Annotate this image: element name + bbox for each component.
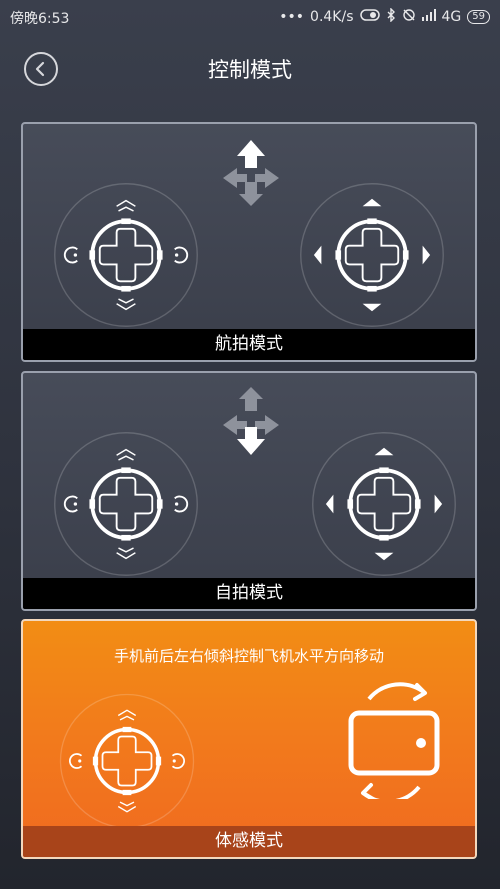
move-arrows-icon (223, 387, 279, 455)
dots-icon: ••• (279, 9, 305, 25)
battery-icon: 59 (467, 10, 490, 24)
mode-card-aerial[interactable]: 航拍模式 (21, 122, 477, 362)
status-icons: ••• 0.4K/s 4G 59 (279, 7, 490, 26)
toggle-icon (359, 9, 380, 25)
title-bar: 控制模式 (0, 40, 500, 96)
mode-label: 航拍模式 (23, 329, 475, 360)
network-type: 4G (441, 9, 462, 25)
page-title: 控制模式 (208, 58, 292, 82)
left-joystick-icon (57, 691, 197, 831)
mode-card-selfie[interactable]: 自拍模式 (21, 371, 477, 611)
signal-icon (421, 9, 436, 25)
mode-label: 自拍模式 (23, 578, 475, 609)
status-time: 傍晚6:53 (10, 11, 70, 27)
alarm-icon (402, 8, 416, 26)
right-joystick-icon (297, 180, 447, 330)
network-speed: 0.4K/s (310, 9, 354, 25)
phone-tilt-icon (348, 682, 440, 799)
mode-label: 体感模式 (23, 826, 475, 857)
status-bar: 傍晚6:53 ••• 0.4K/s 4G 59 (0, 0, 500, 32)
left-joystick-icon (51, 180, 201, 330)
move-arrows-icon (223, 140, 279, 206)
mode-card-motion[interactable]: 手机前后左右倾斜控制飞机水平方向移动 体感模式 (21, 619, 477, 859)
right-joystick-icon (309, 429, 459, 579)
mode-hint: 手机前后左右倾斜控制飞机水平方向移动 (113, 647, 384, 665)
bluetooth-icon (386, 7, 396, 26)
left-joystick-icon (51, 429, 201, 579)
